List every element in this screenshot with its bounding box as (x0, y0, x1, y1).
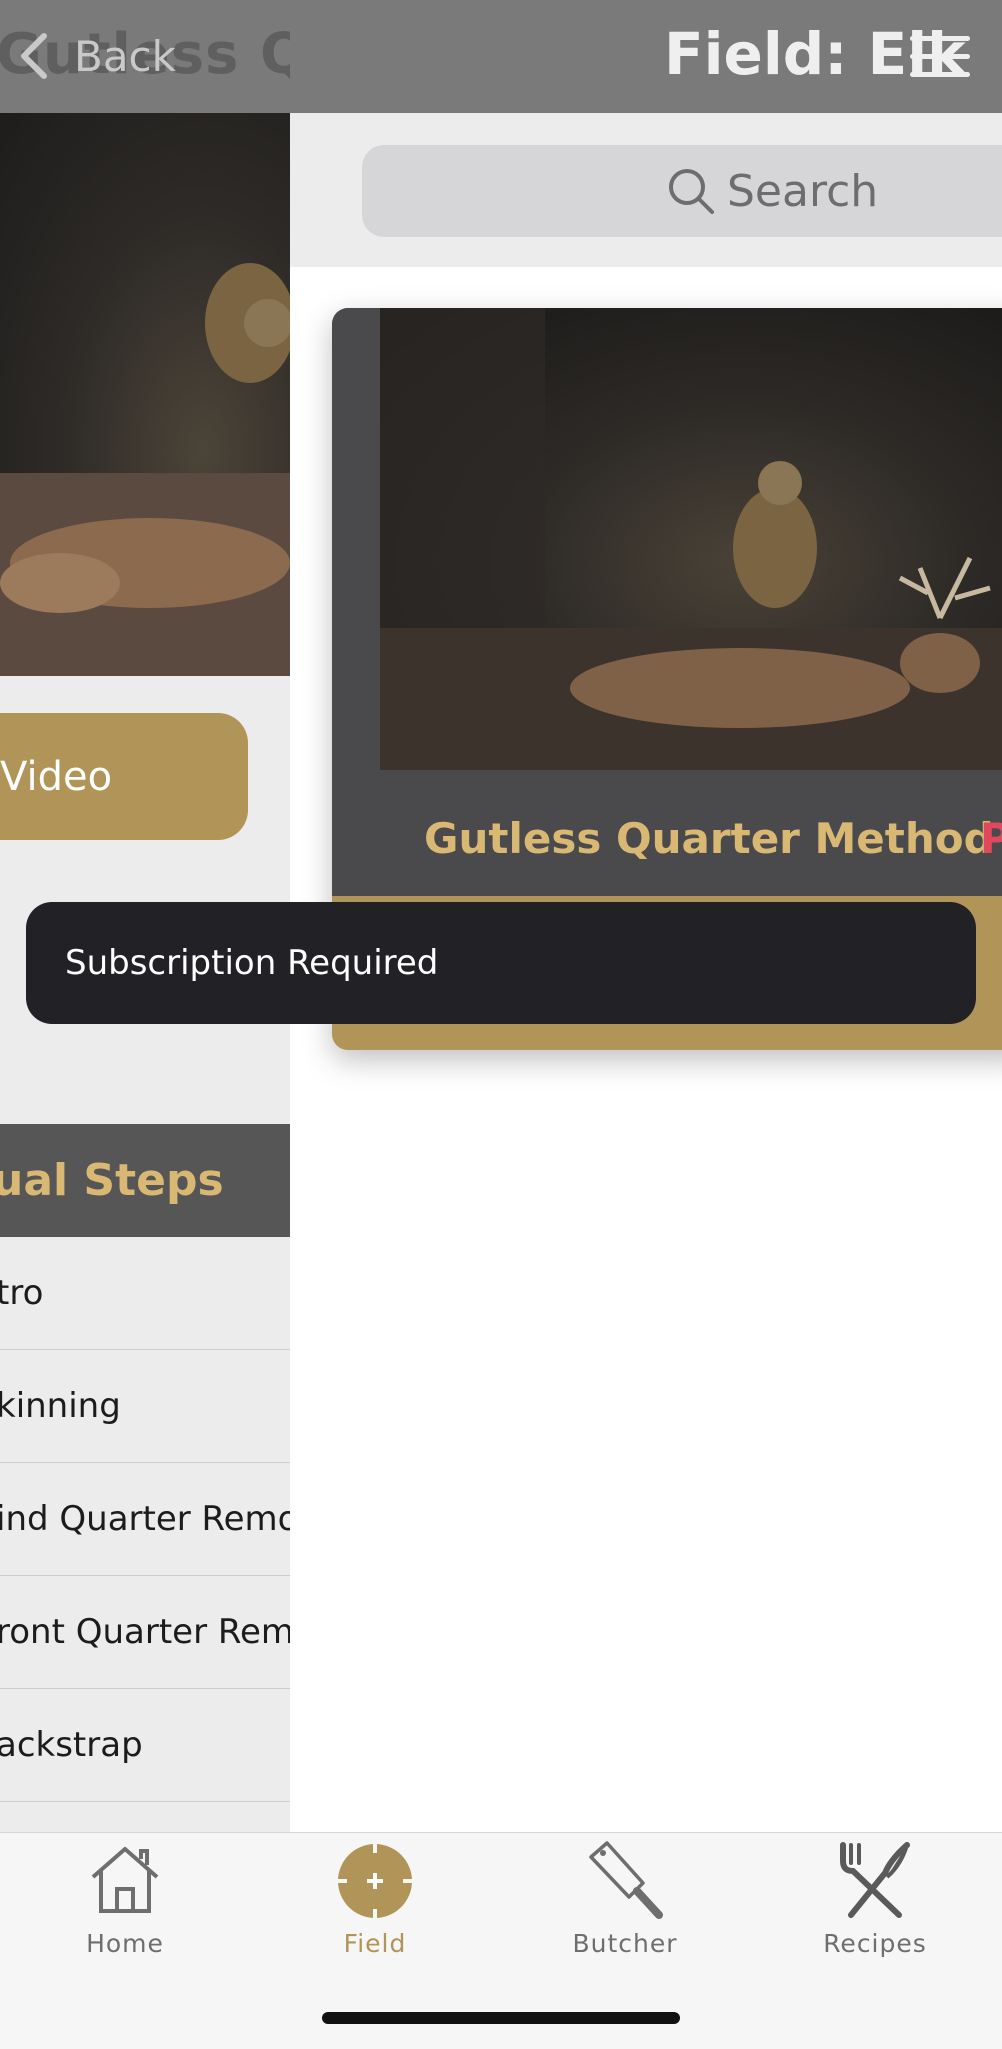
tab-field[interactable]: Field (250, 1833, 500, 1973)
step-item[interactable]: ackstrap (0, 1689, 290, 1802)
background-video-thumbnail (0, 113, 290, 676)
fork-knife-icon (840, 1842, 910, 1918)
tab-recipes[interactable]: Recipes (750, 1833, 1000, 1973)
toast-message: Subscription Required (65, 943, 439, 983)
video-thumbnail (380, 308, 1002, 770)
premium-badge: P (980, 814, 1002, 863)
step-label: tro (0, 1273, 44, 1313)
subscription-toast: Subscription Required (26, 902, 976, 1024)
tab-home-label: Home (86, 1929, 164, 1958)
home-icon (91, 1847, 159, 1913)
play-video-label: Video (0, 753, 113, 800)
background-nav-bar: Gutless Qu Back (0, 0, 290, 113)
video-card-title: Gutless Quarter Method (424, 814, 994, 863)
tab-recipes-label: Recipes (823, 1929, 927, 1958)
home-indicator[interactable] (322, 2012, 680, 2024)
tab-butcher[interactable]: Butcher (500, 1833, 750, 1973)
nav-bar: Field: Elk (290, 0, 1002, 113)
search-icon (669, 169, 714, 214)
step-label: ackstrap (0, 1725, 143, 1765)
video-card-body: Gutless Quarter Method P (332, 308, 1002, 896)
step-item[interactable]: ind Quarter Remo (0, 1463, 290, 1576)
menu-icon[interactable] (910, 32, 970, 82)
back-button[interactable]: Back (18, 26, 176, 86)
cleaver-icon (589, 1841, 663, 1919)
search-bar: Search (290, 113, 1002, 267)
step-item[interactable]: tro (0, 1237, 290, 1350)
tab-home[interactable]: Home (0, 1833, 250, 1973)
steps-header: ual Steps (0, 1124, 290, 1237)
step-label: ront Quarter Remo (0, 1612, 290, 1652)
search-placeholder: Search (727, 165, 879, 217)
chevron-left-icon (21, 33, 47, 79)
step-label: ind Quarter Remo (0, 1499, 290, 1539)
step-item[interactable]: ront Quarter Remo (0, 1576, 290, 1689)
step-label: kinning (0, 1386, 121, 1426)
play-video-button[interactable]: Video (0, 713, 248, 840)
steps-header-title: ual Steps (0, 1155, 224, 1206)
field-crosshair-icon (338, 1844, 412, 1918)
tab-field-label: Field (343, 1929, 407, 1958)
tab-butcher-label: Butcher (572, 1929, 678, 1958)
search-input[interactable]: Search (362, 145, 1002, 237)
step-item[interactable]: kinning (0, 1350, 290, 1463)
back-label: Back (74, 31, 176, 81)
